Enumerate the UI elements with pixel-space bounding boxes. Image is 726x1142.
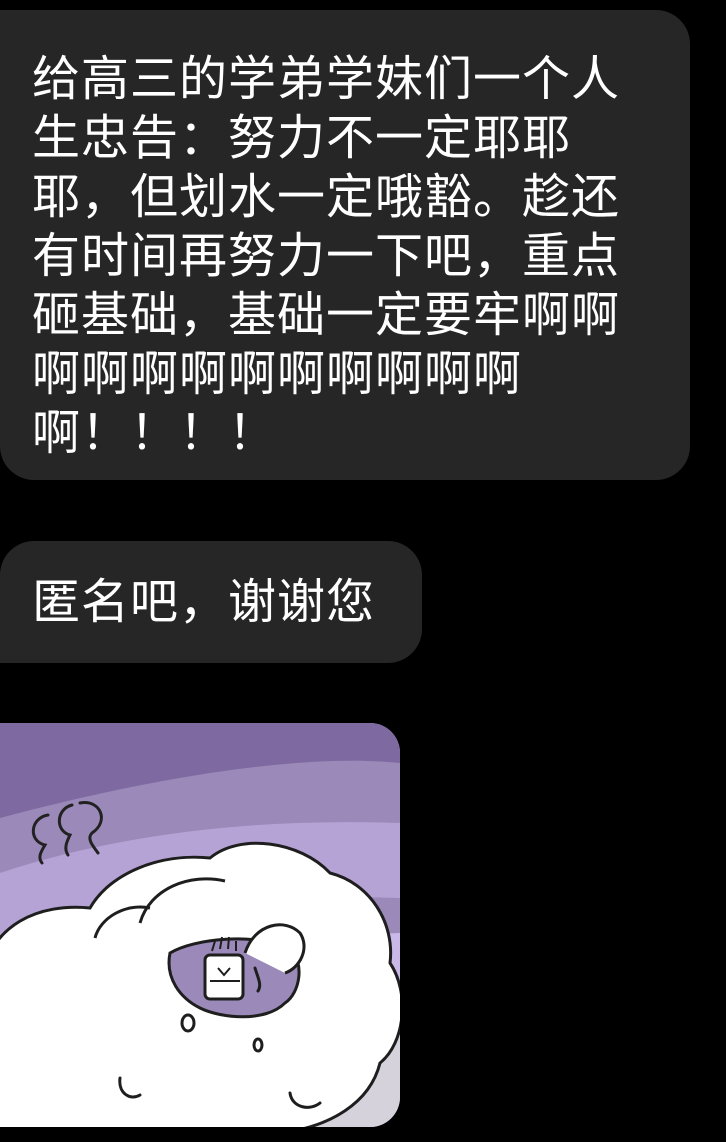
crying-cartoon-sticker-icon xyxy=(0,723,400,1127)
message-bubble[interactable]: 给高三的学弟学妹们一个人生忠告：努力不一定耶耶耶，但划水一定哦豁。趁还有时间再努… xyxy=(0,10,690,480)
message-bubble[interactable]: 匿名吧，谢谢您 xyxy=(0,541,422,663)
sticker-message[interactable] xyxy=(0,723,400,1127)
message-text: 匿名吧，谢谢您 xyxy=(32,574,376,630)
message-text: 给高三的学弟学妹们一个人生忠告：努力不一定耶耶耶，但划水一定哦豁。趁还有时间再努… xyxy=(32,51,621,461)
